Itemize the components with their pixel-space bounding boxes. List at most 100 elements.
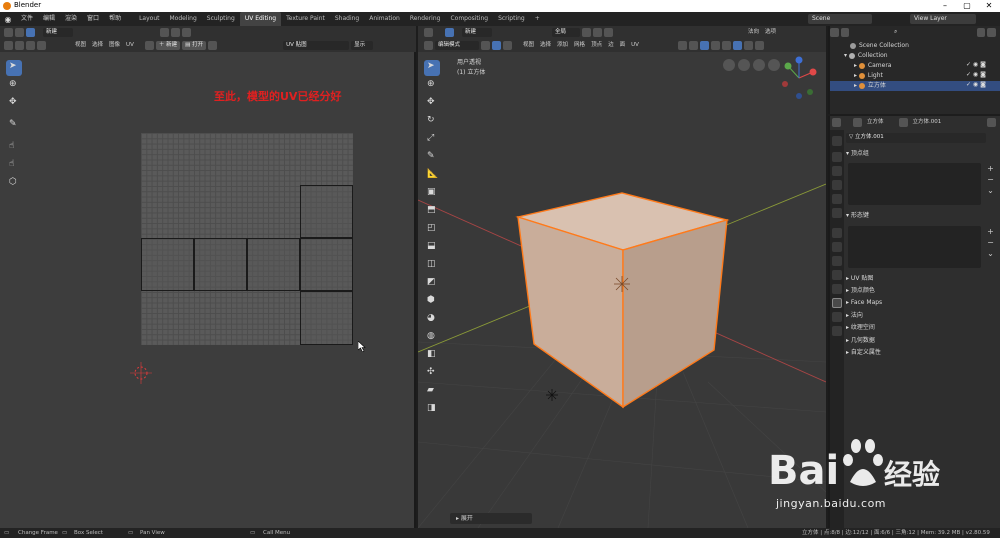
vp-tool-rotate[interactable]: ↻: [424, 114, 440, 130]
vp-tool-spin[interactable]: ◕: [424, 312, 440, 328]
uv-menu-image[interactable]: 图像: [106, 39, 123, 52]
options-dropdown[interactable]: 选项: [762, 26, 779, 39]
shading-solid-icon[interactable]: [732, 41, 742, 50]
pivot-icon[interactable]: [160, 28, 169, 37]
new-image-button[interactable]: ＋ 新建: [155, 41, 181, 50]
outliner-search-input[interactable]: ⌕: [891, 28, 945, 37]
overlay-toggle-icon[interactable]: [699, 41, 709, 50]
proportional-edit-icon[interactable]: [182, 28, 191, 37]
uv-map-field[interactable]: UV 贴图: [283, 41, 350, 50]
select-tool-icon[interactable]: [26, 28, 35, 37]
uv-new-dropdown[interactable]: 新建: [43, 28, 73, 37]
uv-tool-select[interactable]: ➤: [6, 60, 22, 76]
sync-selection-icon[interactable]: [15, 28, 24, 37]
mesh-datablock-field[interactable]: ▽ 立方体.001: [846, 133, 986, 143]
viewport-select-tool-icon[interactable]: [445, 28, 454, 37]
tab-animation[interactable]: Animation: [364, 12, 405, 26]
vp-tool-annotate[interactable]: ✎: [424, 150, 440, 166]
edge-select-icon[interactable]: [15, 41, 24, 50]
section-normals[interactable]: ▸ 法向: [846, 311, 996, 321]
tab-view-layer-icon[interactable]: [832, 180, 842, 190]
vp-menu-edge[interactable]: 边: [605, 39, 617, 52]
blender-menu-icon[interactable]: ◉: [0, 15, 16, 24]
tab-shading[interactable]: Shading: [330, 12, 364, 26]
menu-render[interactable]: 渲染: [60, 12, 82, 26]
tab-mesh-data-icon[interactable]: [832, 298, 842, 308]
island-select-icon[interactable]: [37, 41, 46, 50]
menu-help[interactable]: 帮助: [104, 12, 126, 26]
uv-tool-cursor[interactable]: ⊕: [6, 78, 22, 94]
outliner-scene-collection[interactable]: Scene Collection: [830, 41, 1000, 51]
vp-tool-poly-build[interactable]: ⬢: [424, 294, 440, 310]
properties-editor-icon[interactable]: [832, 118, 841, 127]
uv-menu-select[interactable]: 选择: [89, 39, 106, 52]
tab-physics-icon[interactable]: [832, 270, 842, 280]
vp-tool-scale[interactable]: ⤢: [424, 132, 440, 148]
minimize-button[interactable]: –: [934, 0, 956, 12]
vp-face-select-icon[interactable]: [503, 41, 512, 50]
tab-compositing[interactable]: Compositing: [445, 12, 493, 26]
uv-island[interactable]: [300, 238, 353, 291]
outliner-editor-icon[interactable]: [830, 28, 839, 37]
uv-tool-move[interactable]: ✥: [6, 96, 22, 112]
section-shape-keys[interactable]: ▾ 形态键: [846, 211, 996, 221]
tab-uv-editing[interactable]: UV Editing: [239, 12, 282, 26]
vp-tool-shear[interactable]: ▰: [424, 384, 440, 400]
section-uv-maps[interactable]: ▸ UV 贴图: [846, 274, 996, 284]
viewport-new-dropdown[interactable]: 新建: [462, 28, 492, 37]
view-controls[interactable]: [723, 59, 780, 71]
viewport-snap-icon[interactable]: [593, 28, 602, 37]
tab-texture-icon[interactable]: [832, 326, 842, 336]
shape-keys-list[interactable]: [848, 226, 981, 268]
vertex-select-icon[interactable]: [4, 41, 13, 50]
tab-particles-icon[interactable]: [832, 256, 842, 266]
uv-island[interactable]: [300, 291, 353, 345]
vp-vertex-select-icon[interactable]: [481, 41, 490, 50]
maximize-button[interactable]: ▢: [956, 0, 978, 12]
vp-tool-move[interactable]: ✥: [424, 96, 440, 112]
navigation-gizmo[interactable]: [782, 56, 817, 100]
vp-tool-loop-cut[interactable]: ◫: [424, 258, 440, 274]
vp-tool-knife[interactable]: ◩: [424, 276, 440, 292]
menu-window[interactable]: 窗口: [82, 12, 104, 26]
vp-tool-bevel[interactable]: ⬓: [424, 240, 440, 256]
tab-layout[interactable]: Layout: [134, 12, 164, 26]
tab-scripting[interactable]: Scripting: [493, 12, 530, 26]
tab-output-icon[interactable]: [832, 166, 842, 176]
vertex-group-buttons[interactable]: + − ⌄: [985, 163, 996, 196]
uv-grid[interactable]: [141, 133, 353, 345]
pin-icon[interactable]: [987, 118, 996, 127]
section-texture-space[interactable]: ▸ 纹理空间: [846, 323, 996, 333]
uv-island[interactable]: [194, 238, 247, 291]
vp-menu-uv[interactable]: UV: [628, 39, 642, 52]
editor-type-icon[interactable]: [4, 28, 13, 37]
tab-scene-icon[interactable]: [832, 194, 842, 204]
section-vertex-colors[interactable]: ▸ 顶点颜色: [846, 286, 996, 296]
transform-orientation-dropdown[interactable]: 全局: [552, 28, 580, 37]
scene-selector[interactable]: Scene: [808, 14, 872, 24]
vp-tool-cursor[interactable]: ⊕: [424, 78, 440, 94]
vp-tool-edge-slide[interactable]: ◧: [424, 348, 440, 364]
tab-modeling[interactable]: Modeling: [164, 12, 201, 26]
vp-menu-mesh[interactable]: 网格: [571, 39, 588, 52]
shading-wire-icon[interactable]: [721, 41, 731, 50]
vp-tool-add-cube[interactable]: ▣: [424, 186, 440, 202]
outliner-display-mode-icon[interactable]: [840, 28, 850, 37]
vp-menu-select[interactable]: 选择: [537, 39, 554, 52]
vp-menu-vertex[interactable]: 顶点: [588, 39, 605, 52]
view-layer-selector[interactable]: View Layer: [910, 14, 976, 24]
normal-dropdown[interactable]: 法向: [745, 26, 762, 39]
tab-rendering[interactable]: Rendering: [405, 12, 446, 26]
face-select-icon[interactable]: [26, 41, 35, 50]
section-face-maps[interactable]: ▸ Face Maps: [846, 298, 996, 308]
uv-tool-relax[interactable]: ☝: [6, 158, 22, 174]
vp-tool-measure[interactable]: 📐: [424, 168, 440, 184]
outliner-visibility-toggles[interactable]: ✓ ◉ ◙ ✓ ◉ ◙ ✓ ◉ ◙: [966, 60, 996, 92]
open-image-button[interactable]: ▤ 打开: [182, 41, 207, 50]
vp-tool-smooth[interactable]: ◍: [424, 330, 440, 346]
uv-tool-pinch[interactable]: ⬡: [6, 176, 22, 192]
tab-sculpting[interactable]: Sculpting: [202, 12, 240, 26]
vp-menu-view[interactable]: 视图: [520, 39, 537, 52]
tab-material-icon[interactable]: [832, 312, 842, 322]
shape-key-buttons[interactable]: + − ⌄: [985, 226, 996, 259]
